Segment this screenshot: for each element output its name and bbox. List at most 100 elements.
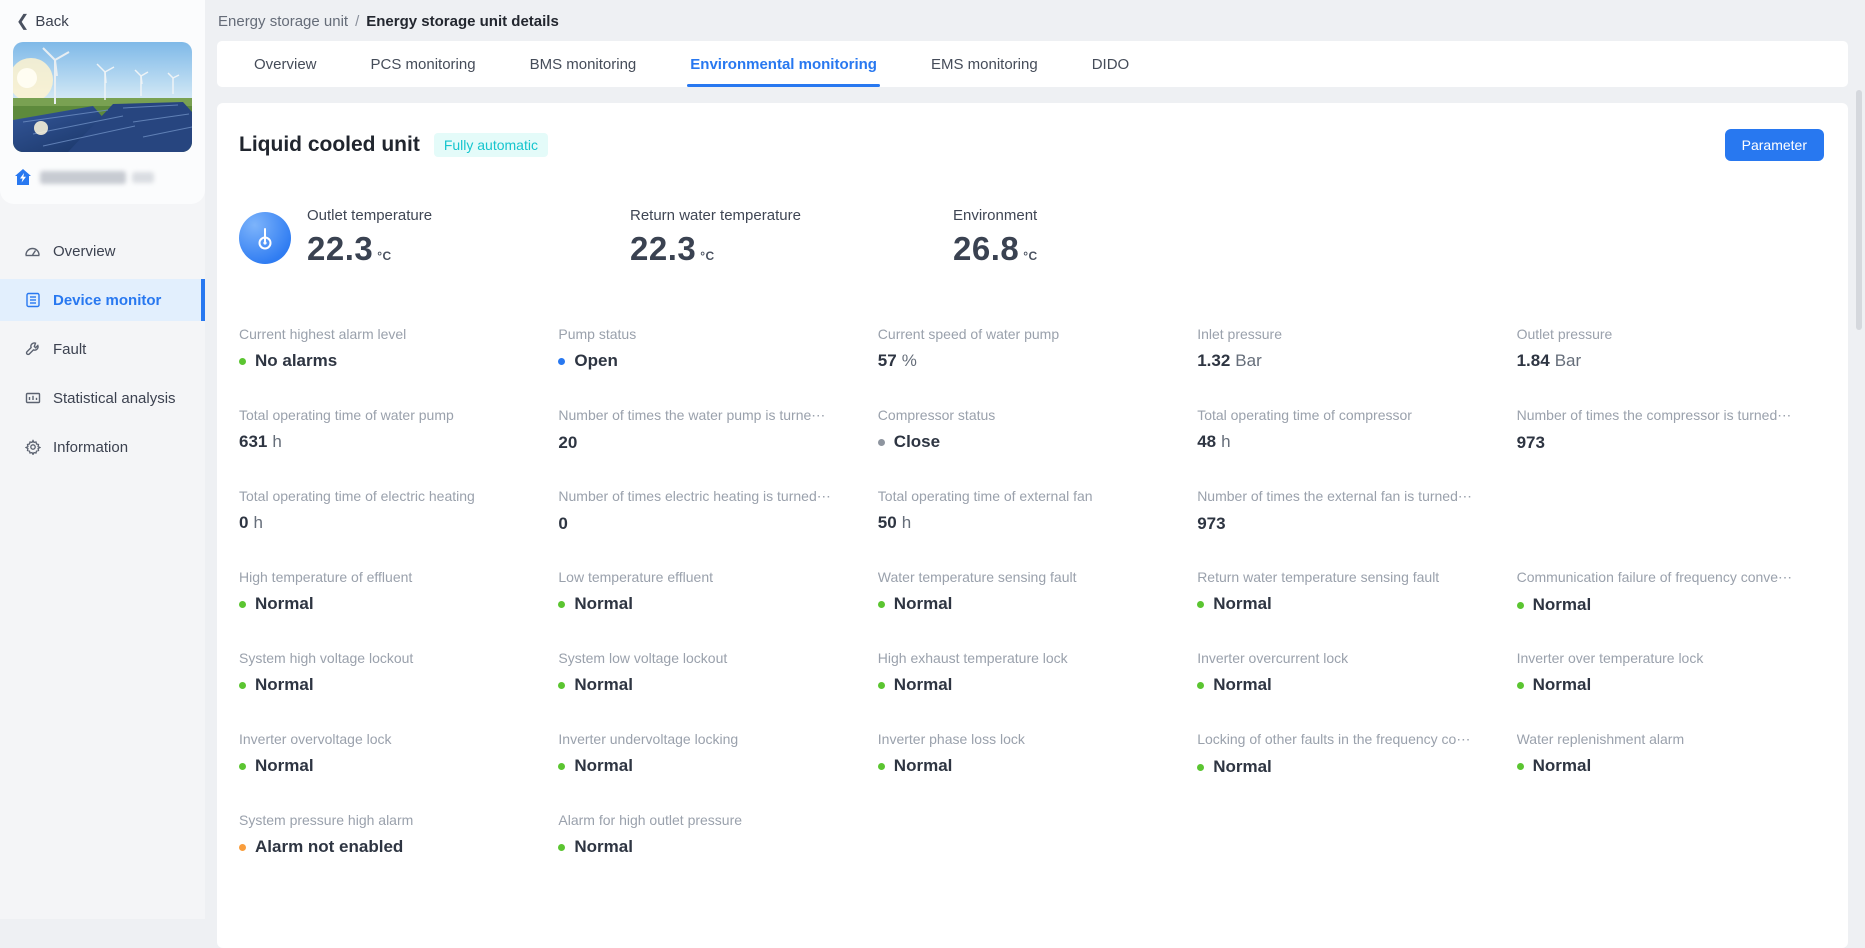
status-dot-green bbox=[558, 763, 565, 770]
metric-value: 50h bbox=[878, 513, 1185, 533]
metric-label: Return water temperature sensing fault bbox=[1197, 569, 1504, 585]
device-list-icon bbox=[24, 292, 41, 309]
metric-unit: h bbox=[253, 513, 262, 533]
metric-label: System pressure high alarm bbox=[239, 812, 546, 828]
metric-value: Normal bbox=[1517, 756, 1824, 776]
metric-label: Inverter phase loss lock bbox=[878, 731, 1185, 747]
metric-low-temperature-effluent: Low temperature effluentNormal bbox=[558, 569, 865, 650]
metric-communication-failure-of-frequency-conve: Communication failure of frequency conve… bbox=[1517, 569, 1824, 650]
parameter-button[interactable]: Parameter bbox=[1725, 129, 1824, 161]
temperature-label: Environment bbox=[953, 207, 1276, 224]
metric-label: High exhaust temperature lock bbox=[878, 650, 1185, 666]
temperature-unit: °C bbox=[377, 249, 391, 263]
panel-title: Liquid cooled unit bbox=[239, 133, 420, 157]
metric-high-exhaust-temperature-lock: High exhaust temperature lock Normal bbox=[878, 650, 1185, 731]
metric-label: Total operating time of water pump bbox=[239, 407, 546, 423]
metric-label: Inverter over temperature lock bbox=[1517, 650, 1824, 666]
metric-label: Communication failure of frequency conve… bbox=[1517, 569, 1824, 586]
status-dot-green bbox=[558, 844, 565, 851]
status-dot-orange bbox=[239, 844, 246, 851]
breadcrumb: Energy storage unit/Energy storage unit … bbox=[205, 0, 1865, 41]
mode-badge: Fully automatic bbox=[434, 133, 548, 157]
metric-label: Inverter overcurrent lock bbox=[1197, 650, 1504, 666]
metric-pump-status: Pump statusOpen bbox=[558, 326, 865, 407]
tab-overview[interactable]: Overview bbox=[227, 41, 344, 87]
sidebar: ❮ Back bbox=[0, 0, 205, 919]
metric-high-temperature-of-effluent: High temperature of effluent Normal bbox=[239, 569, 546, 650]
metrics-grid: Current highest alarm levelNo alarmsPump… bbox=[239, 326, 1824, 893]
tab-pcs-monitoring[interactable]: PCS monitoring bbox=[344, 41, 503, 87]
metric-inverter-phase-loss-lock: Inverter phase loss lockNormal bbox=[878, 731, 1185, 812]
status-dot-green bbox=[239, 601, 246, 608]
tab-bms-monitoring[interactable]: BMS monitoring bbox=[503, 41, 664, 87]
metric-number-of-times-the-external-fan-is-turned: Number of times the external fan is turn… bbox=[1197, 488, 1504, 569]
metric-water-replenishment-alarm: Water replenishment alarmNormal bbox=[1517, 731, 1824, 812]
metric-inverter-overcurrent-lock: Inverter overcurrent lockNormal bbox=[1197, 650, 1504, 731]
sidebar-item-fault[interactable]: Fault bbox=[0, 328, 205, 370]
breadcrumb-parent[interactable]: Energy storage unit bbox=[218, 13, 348, 30]
metric-value: Normal bbox=[239, 594, 546, 614]
temperature-return-water-temperature: Return water temperature22.3°C bbox=[630, 207, 953, 268]
station-name-redacted-tail bbox=[132, 172, 154, 183]
gear-icon bbox=[24, 439, 41, 456]
status-dot-gray bbox=[878, 439, 885, 446]
metric-label: Compressor status bbox=[878, 407, 1185, 423]
metric-return-water-temperature-sensing-fault: Return water temperature sensing faultNo… bbox=[1197, 569, 1504, 650]
status-dot-green bbox=[239, 763, 246, 770]
status-dot-green bbox=[878, 763, 885, 770]
status-dot-green bbox=[1517, 682, 1524, 689]
temperature-row: Outlet temperature22.3°CReturn water tem… bbox=[239, 207, 1824, 268]
metric-value: 0 bbox=[558, 514, 865, 534]
thermometer-icon bbox=[239, 212, 291, 264]
sidebar-item-device-monitor[interactable]: Device monitor bbox=[0, 279, 205, 321]
metric-value: Normal bbox=[878, 675, 1185, 695]
metric-value: 48h bbox=[1197, 432, 1504, 452]
sidebar-item-statistical-analysis[interactable]: Statistical analysis bbox=[0, 377, 205, 419]
back-button[interactable]: ❮ Back bbox=[0, 0, 205, 40]
status-dot-green bbox=[1517, 602, 1524, 609]
status-dot-green bbox=[239, 358, 246, 365]
metric-label: Number of times electric heating is turn… bbox=[558, 488, 865, 505]
sidebar-item-information[interactable]: Information bbox=[0, 426, 205, 468]
tab-environmental-monitoring[interactable]: Environmental monitoring bbox=[663, 41, 904, 87]
sidebar-station-card: ❮ Back bbox=[0, 0, 205, 204]
metric-compressor-status: Compressor statusClose bbox=[878, 407, 1185, 488]
metric-outlet-pressure: Outlet pressure1.84Bar bbox=[1517, 326, 1824, 407]
metric-value: Normal bbox=[558, 675, 865, 695]
tab-dido[interactable]: DIDO bbox=[1065, 41, 1157, 87]
metric-value: No alarms bbox=[239, 351, 546, 371]
metric-value: Normal bbox=[239, 756, 546, 776]
temperature-unit: °C bbox=[700, 249, 714, 263]
metric-label: System high voltage lockout bbox=[239, 650, 546, 666]
metric-label: Inverter undervoltage locking bbox=[558, 731, 865, 747]
metric-value: 1.32Bar bbox=[1197, 351, 1504, 371]
sidebar-item-label: Device monitor bbox=[53, 292, 161, 309]
metric-label: High temperature of effluent bbox=[239, 569, 546, 585]
station-name-redacted bbox=[40, 171, 126, 184]
sidebar-item-label: Fault bbox=[53, 341, 86, 358]
metric-label: Total operating time of electric heating bbox=[239, 488, 546, 504]
metric-label: Inverter overvoltage lock bbox=[239, 731, 546, 747]
metric-system-low-voltage-lockout: System low voltage lockoutNormal bbox=[558, 650, 865, 731]
metric-inverter-over-temperature-lock: Inverter over temperature lock Normal bbox=[1517, 650, 1824, 731]
metric-value: 0h bbox=[239, 513, 546, 533]
metric-value: Normal bbox=[239, 675, 546, 695]
metric-value: Normal bbox=[1517, 675, 1824, 695]
tab-ems-monitoring[interactable]: EMS monitoring bbox=[904, 41, 1065, 87]
metric-cell-empty bbox=[878, 812, 1185, 893]
sidebar-item-overview[interactable]: Overview bbox=[0, 230, 205, 272]
temperature-value: 22.3°C bbox=[630, 230, 953, 268]
sidebar-item-label: Information bbox=[53, 439, 128, 456]
metric-inverter-overvoltage-lock: Inverter overvoltage lock Normal bbox=[239, 731, 546, 812]
metric-label: Total operating time of compressor bbox=[1197, 407, 1504, 423]
status-dot-green bbox=[558, 601, 565, 608]
gauge-icon bbox=[24, 243, 41, 260]
status-dot-green bbox=[1197, 682, 1204, 689]
metric-value: Normal bbox=[1517, 595, 1824, 615]
status-dot-green bbox=[558, 682, 565, 689]
metric-label: Water temperature sensing fault bbox=[878, 569, 1185, 585]
metric-inverter-undervoltage-locking: Inverter undervoltage lockingNormal bbox=[558, 731, 865, 812]
vertical-scrollbar[interactable] bbox=[1856, 90, 1862, 330]
metric-total-operating-time-of-compressor: Total operating time of compressor 48h bbox=[1197, 407, 1504, 488]
main-area: Energy storage unit/Energy storage unit … bbox=[205, 0, 1865, 919]
